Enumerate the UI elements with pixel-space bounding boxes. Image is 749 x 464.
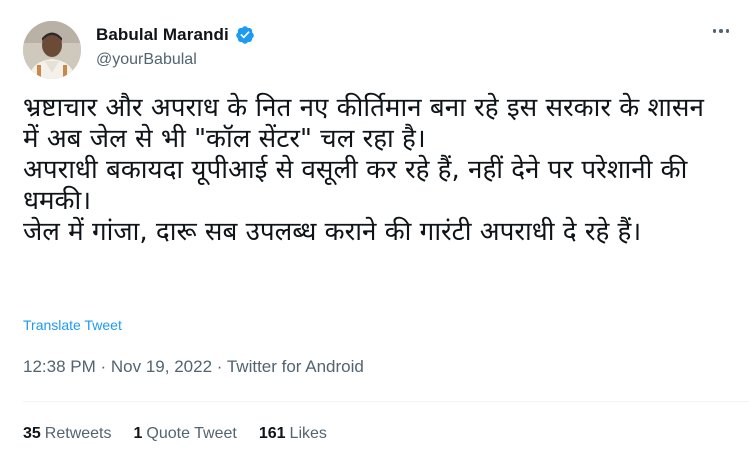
retweets-stat[interactable]: 35 Retweets [23, 425, 112, 443]
tweet-source[interactable]: Twitter for Android [227, 357, 364, 376]
tweet-metadata: 12:38 PM · Nov 19, 2022 · Twitter for An… [23, 357, 364, 377]
author-name[interactable]: Babulal Marandi [96, 25, 229, 45]
more-dot [725, 29, 729, 33]
tweet-stats: 35 Retweets 1 Quote Tweet 161 Likes [23, 425, 327, 443]
tweet-card: Babulal Marandi @yourBabulal भ्रष्टाचार … [0, 0, 749, 464]
author-handle[interactable]: @yourBabulal [96, 51, 197, 69]
tweet-date[interactable]: Nov 19, 2022 [111, 357, 212, 376]
divider [23, 401, 749, 402]
likes-count: 161 [258, 425, 286, 442]
likes-label: Likes [289, 425, 327, 442]
meta-separator: · [216, 357, 227, 376]
avatar[interactable] [23, 21, 81, 79]
author-name-row: Babulal Marandi [96, 25, 255, 45]
quote-tweets-count: 1 [133, 425, 143, 442]
likes-stat[interactable]: 161 Likes [259, 425, 327, 443]
meta-separator: · [100, 357, 111, 376]
more-dot [719, 29, 723, 33]
avatar-image [23, 21, 81, 79]
translate-tweet-link[interactable]: Translate Tweet [23, 317, 122, 333]
quote-tweets-label: Quote Tweet [146, 425, 237, 442]
retweets-label: Retweets [44, 425, 112, 442]
quote-tweets-stat[interactable]: 1 Quote Tweet [134, 425, 237, 443]
retweets-count: 35 [23, 425, 41, 442]
more-options-icon[interactable] [712, 29, 729, 33]
tweet-time[interactable]: 12:38 PM [23, 357, 96, 376]
more-dot [712, 29, 716, 33]
verified-badge-icon [235, 25, 255, 45]
tweet-text: भ्रष्टाचार और अपराध के नित नए कीर्तिमान … [23, 93, 704, 247]
